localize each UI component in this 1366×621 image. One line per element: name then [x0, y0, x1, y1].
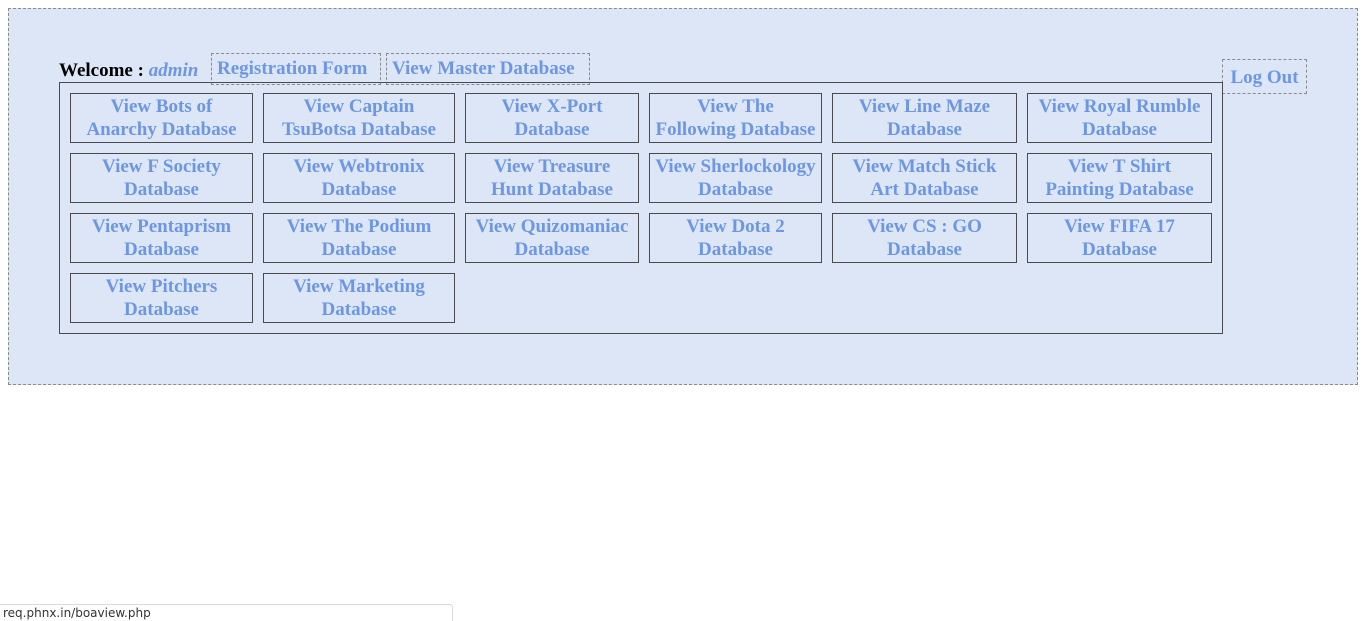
database-link-line: View Royal Rumble	[1038, 96, 1201, 117]
log-out-link[interactable]: Log Out	[1222, 59, 1307, 94]
database-link-button[interactable]: View Match Stick Art Database	[832, 153, 1017, 203]
database-link-label: View Pentaprism Database	[92, 215, 231, 261]
database-link-line: View T Shirt	[1067, 156, 1172, 177]
database-link-button[interactable]: View The Podium Database	[263, 213, 455, 263]
database-link-line: View Line Maze	[858, 96, 991, 117]
database-link-line: Art Database	[870, 179, 979, 200]
database-link-line: Database	[124, 299, 199, 320]
database-link-label: View The Following Database	[656, 95, 816, 141]
database-link-line: Database	[124, 239, 199, 260]
database-link-label: View Webtronix Database	[293, 155, 424, 201]
database-link-line: View Pentaprism	[91, 216, 232, 237]
database-link-line: Anarchy Database	[86, 119, 237, 140]
database-link-button[interactable]: View Pentaprism Database	[70, 213, 253, 263]
database-link-label: View Captain TsuBotsa Database	[282, 95, 436, 141]
database-link-label: View FIFA 17 Database	[1064, 215, 1175, 261]
database-link-label: View Marketing Database	[293, 275, 425, 321]
database-link-line: View Captain	[303, 96, 415, 117]
database-link-line: Database	[887, 239, 962, 260]
database-link-line: View Quizomaniac	[475, 216, 629, 237]
database-link-button[interactable]: View FIFA 17 Database	[1027, 213, 1212, 263]
database-link-label: View Quizomaniac Database	[476, 215, 629, 261]
database-link-button[interactable]: View Captain TsuBotsa Database	[263, 93, 455, 143]
database-link-line: View The Podium	[286, 216, 432, 237]
database-link-label: View T Shirt Painting Database	[1045, 155, 1193, 201]
database-link-line: View CS : GO	[867, 216, 982, 237]
database-link-button[interactable]: View Treasure Hunt Database	[465, 153, 639, 203]
database-link-line: Database	[321, 239, 397, 260]
database-link-line: View F Society	[102, 156, 221, 177]
database-link-line: Database	[698, 239, 773, 260]
welcome-message: Welcome : admin	[59, 60, 198, 82]
username: admin	[148, 60, 199, 81]
status-bar-url: req.phnx.in/boaview.php	[0, 604, 453, 621]
database-link-line: View Webtronix	[293, 156, 425, 177]
database-link-line: Database	[321, 179, 397, 200]
database-link-label: View X-Port Database	[501, 95, 602, 141]
database-link-line: View Marketing	[293, 276, 425, 297]
database-link-line: Following Database	[655, 119, 816, 140]
database-link-button[interactable]: View Bots of Anarchy Database	[70, 93, 253, 143]
database-link-line: Database	[887, 119, 962, 140]
database-link-label: View Line Maze Database	[859, 95, 990, 141]
database-link-line: Painting Database	[1045, 179, 1194, 200]
database-link-label: View Sherlockology Database	[655, 155, 815, 201]
database-link-line: Database	[124, 179, 199, 200]
welcome-label: Welcome :	[59, 60, 144, 81]
database-link-line: View Sherlockology	[655, 156, 816, 177]
database-link-line: Database	[1082, 119, 1157, 140]
database-link-line: View Dota 2	[686, 216, 785, 237]
database-link-line: Database	[321, 299, 397, 320]
database-link-button[interactable]: View Dota 2 Database	[649, 213, 822, 263]
database-link-line: Database	[514, 239, 590, 260]
database-link-button[interactable]: View Sherlockology Database	[649, 153, 822, 203]
database-link-label: View Bots of Anarchy Database	[86, 95, 236, 141]
database-link-line: TsuBotsa Database	[282, 119, 436, 140]
database-link-line: Database	[514, 119, 590, 140]
database-link-label: View Match Stick Art Database	[853, 155, 997, 201]
database-link-button[interactable]: View Pitchers Database	[70, 273, 253, 323]
database-link-line: Hunt Database	[491, 179, 613, 200]
database-link-label: View Royal Rumble Database	[1039, 95, 1201, 141]
registration-form-link[interactable]: Registration Form	[211, 53, 381, 85]
database-link-label: View Pitchers Database	[106, 275, 218, 321]
database-link-button[interactable]: View T Shirt Painting Database	[1027, 153, 1212, 203]
database-link-label: View Treasure Hunt Database	[491, 155, 613, 201]
database-link-line: Database	[698, 179, 773, 200]
database-link-button[interactable]: View F Society Database	[70, 153, 253, 203]
database-link-label: View Dota 2 Database	[686, 215, 785, 261]
database-link-label: View CS : GO Database	[867, 215, 982, 261]
database-link-label: View F Society Database	[102, 155, 221, 201]
database-link-label: View The Podium Database	[287, 215, 432, 261]
database-link-button[interactable]: View Royal Rumble Database	[1027, 93, 1212, 143]
database-link-line: View Bots of	[110, 96, 213, 117]
database-link-button[interactable]: View Webtronix Database	[263, 153, 455, 203]
database-link-button[interactable]: View The Following Database	[649, 93, 822, 143]
database-link-line: View Pitchers	[105, 276, 218, 297]
database-link-button[interactable]: View X-Port Database	[465, 93, 639, 143]
database-link-button[interactable]: View Marketing Database	[263, 273, 455, 323]
database-link-line: View X-Port	[501, 96, 603, 117]
database-link-line: View Treasure	[493, 156, 611, 177]
database-link-button[interactable]: View CS : GO Database	[832, 213, 1017, 263]
database-link-line: Database	[1082, 239, 1157, 260]
database-link-line: View FIFA 17	[1064, 216, 1175, 237]
database-link-button[interactable]: View Line Maze Database	[832, 93, 1017, 143]
view-master-database-link[interactable]: View Master Database	[386, 53, 590, 85]
database-link-line: View Match Stick	[852, 156, 997, 177]
database-link-button[interactable]: View Quizomaniac Database	[465, 213, 639, 263]
database-link-line: View The	[697, 96, 774, 117]
